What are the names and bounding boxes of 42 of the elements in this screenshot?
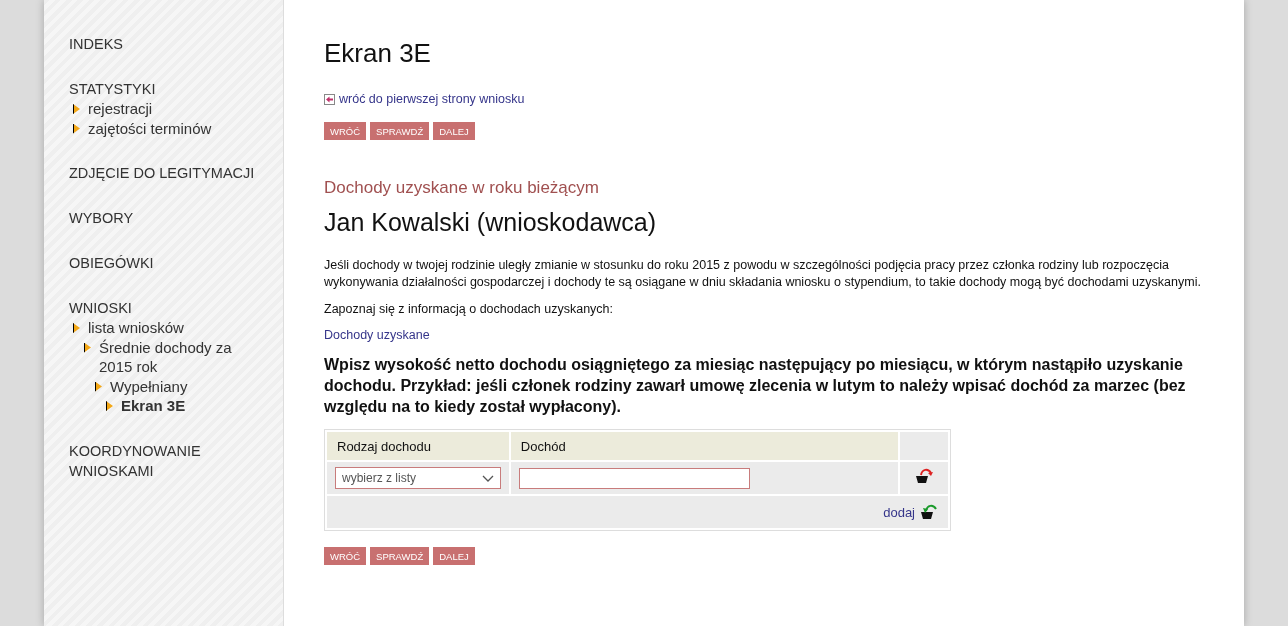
sidebar-section-link[interactable]: OBIEGÓWKI <box>69 253 274 273</box>
sidebar-item[interactable]: rejestracji <box>88 99 228 119</box>
nav-button[interactable]: DALEJ <box>433 547 475 565</box>
arrow-bullet-icon <box>73 104 80 114</box>
chevron-down-icon <box>481 474 494 482</box>
info-link[interactable]: Dochody uzyskane <box>324 328 1204 342</box>
sidebar-section-link[interactable]: INDEKS <box>69 34 274 54</box>
instruction-text: Wpisz wysokość netto dochodu osiągniętego za miesiąc następujący po miesiącu, w którym nastąpiło uzyskanie dochodu. Przykład: jeśli członek rodziny zawarł umowę zlecenia w lutym to należy wpisać dochód za marzec (bez względu na to kiedy został wypłacony). <box>324 355 1187 417</box>
page-title: Ekran 3E <box>324 37 432 70</box>
back-arrow-icon <box>324 93 335 105</box>
applicant-name: Jan Kowalski (wnioskodawca) <box>324 208 658 237</box>
column-header: Dochód <box>510 432 898 460</box>
sidebar-section-link[interactable]: STATYSTYKI <box>69 79 274 99</box>
arrow-bullet-icon <box>73 123 80 134</box>
remove-basket-icon[interactable] <box>914 467 934 485</box>
sidebar-section-link[interactable]: KOORDYNOWANIE WNIOSKAMI <box>69 440 274 481</box>
info-paragraph: Zapoznaj się z informacją o dochodach uzyskanych: <box>324 301 615 318</box>
add-link[interactable]: dodaj <box>883 504 915 520</box>
back-link[interactable]: wróć do pierwszej strony wniosku <box>339 92 525 106</box>
sidebar-item[interactable]: Średnie dochody za 2015 rok <box>99 337 239 377</box>
add-basket-icon[interactable] <box>919 503 939 521</box>
nav-button[interactable]: DALEJ <box>433 122 475 140</box>
sidebar-item[interactable]: Ekran 3E <box>121 396 261 416</box>
info-paragraph: Jeśli dochody w twojej rodzinie uległy zmianie w stosunku do roku 2015 z powodu w szczególności podjęcia pracy przez członka rodziny lub rozpoczęcia wykonywania działalności gospodarczej i dochody te są osiągane w dniu składania wniosku o stypendium, to takie dochody mogą być dochodami uzyskanymi. <box>324 257 1202 291</box>
sidebar-section-link[interactable]: ZDJĘCIE DO LEGITYMACJI <box>69 163 274 183</box>
income-input-field[interactable] <box>518 467 750 489</box>
sidebar-item[interactable]: Wypełniany <box>110 376 250 396</box>
sidebar-section-link[interactable]: WYBORY <box>69 208 274 228</box>
arrow-bullet-icon <box>95 381 102 392</box>
income-type-dropdown[interactable]: wybierz z listy <box>335 467 501 489</box>
arrow-bullet-icon <box>73 323 80 333</box>
nav-button[interactable]: WRÓĆ <box>324 122 367 140</box>
nav-button[interactable]: WRÓĆ <box>324 547 367 565</box>
arrow-bullet-icon <box>84 342 91 353</box>
arrow-bullet-icon <box>106 401 113 411</box>
sidebar-item[interactable]: zajętości terminów <box>88 118 228 138</box>
nav-button[interactable]: SPRAWDŹ <box>370 547 430 565</box>
section-heading: Dochody uzyskane w roku bieżącym <box>324 178 600 198</box>
nav-button[interactable]: SPRAWDŹ <box>370 122 430 140</box>
sidebar-item[interactable]: lista wniosków <box>88 318 228 338</box>
column-header: Rodzaj dochodu <box>327 432 509 460</box>
sidebar-section-link[interactable]: WNIOSKI <box>69 298 274 318</box>
